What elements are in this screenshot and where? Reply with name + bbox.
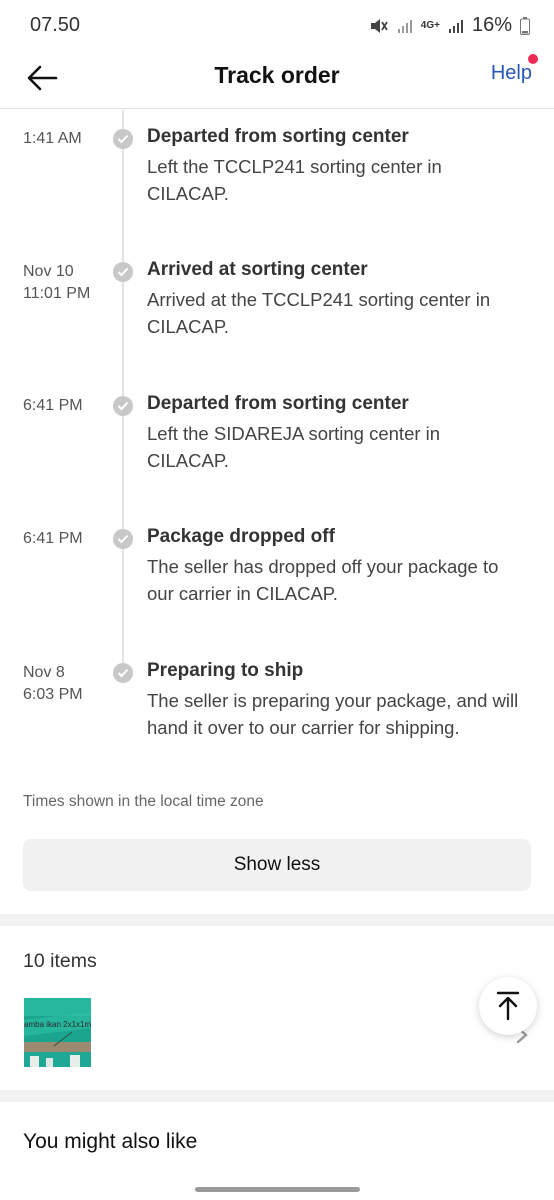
event-title: Arrived at sorting center [147,259,368,280]
timezone-note: Times shown in the local time zone [23,793,264,810]
thumbnail-caption: amba ikan 2x1x1m [24,1020,91,1029]
scroll-to-top-button[interactable] [479,977,537,1035]
network-type-label: 4G+ [420,19,440,31]
mute-icon [369,17,389,35]
section-divider [0,1090,554,1102]
show-less-button[interactable]: Show less [23,839,531,891]
check-icon [113,529,133,549]
event-description: The seller has dropped off your package … [147,556,499,604]
event-title: Package dropped off [147,526,335,547]
check-icon [113,396,133,416]
event-description: The seller is preparing your package, an… [147,690,519,738]
status-icons: 4G+ 16% [369,14,530,37]
product-thumbnail[interactable]: amba ikan 2x1x1m [24,998,91,1067]
battery-icon [520,16,530,35]
section-divider [0,914,554,926]
signal-icon-2 [448,18,464,34]
check-icon [113,663,133,683]
status-bar: 07.50 4G+ 16% [0,0,554,50]
event-time: Nov 10 11:01 PM [23,263,91,302]
battery-level: 16% [471,14,512,36]
event-time: 6:41 PM [23,530,83,547]
signal-icon [397,18,413,34]
arrow-up-icon [496,991,520,1021]
event-time: Nov 8 6:03 PM [23,664,83,703]
page-title: Track order [214,62,340,88]
recommendations-title: You might also like [23,1130,198,1153]
home-indicator[interactable] [195,1187,360,1192]
top-nav-bar: Track order Help [0,50,554,109]
event-description: Left the SIDAREJA sorting center in CILA… [147,423,441,471]
timeline-line [122,110,124,670]
event-title: Departed from sorting center [147,393,409,414]
notification-dot [528,54,538,64]
event-title: Departed from sorting center [147,126,409,147]
items-count: 10 items [23,950,97,972]
event-time: 6:41 PM [23,397,83,414]
status-time: 07.50 [30,14,81,36]
check-icon [113,262,133,282]
event-description: Arrived at the TCCLP241 sorting center i… [147,289,491,337]
event-description: Left the TCCLP241 sorting center in CILA… [147,156,442,204]
help-link[interactable]: Help [491,62,532,85]
event-time: 1:41 AM [23,130,82,147]
check-icon [113,129,133,149]
event-title: Preparing to ship [147,660,304,681]
